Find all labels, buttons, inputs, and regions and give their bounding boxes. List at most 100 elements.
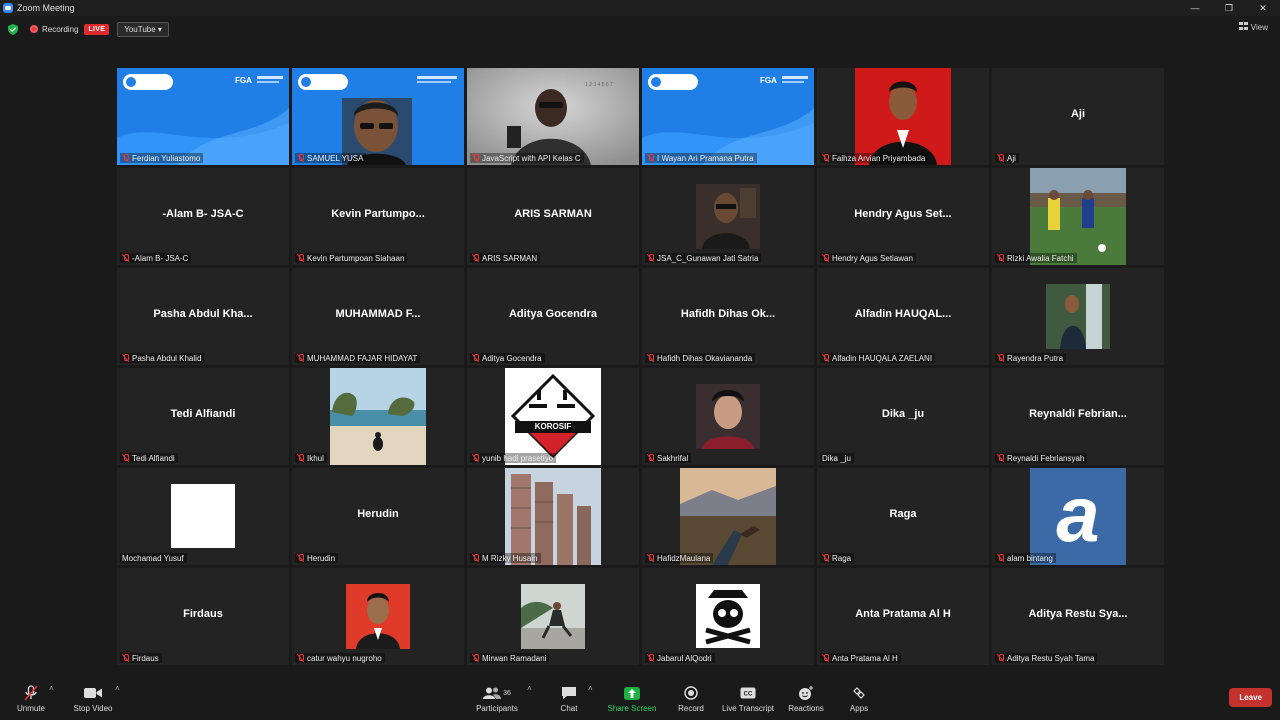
- participant-tile[interactable]: Faihza Arvian Priyambada: [817, 68, 989, 165]
- participant-display-name: Pasha Abdul Kha...: [153, 308, 253, 320]
- maximize-button[interactable]: ❐: [1212, 0, 1246, 16]
- minimize-button[interactable]: —: [1178, 0, 1212, 16]
- muted-mic-icon: [472, 354, 479, 362]
- participant-tile[interactable]: 1 2 3 4 5 6 7 JavaScript with API Kelas C: [467, 68, 639, 165]
- participant-tile[interactable]: M Rizky Husain: [467, 468, 639, 565]
- live-transcript-button[interactable]: CC Live Transcript: [720, 684, 776, 713]
- participant-tile[interactable]: Reynaldi Febrian... Reynaldi Febriansyah: [992, 368, 1164, 465]
- participant-tile[interactable]: JSA_C_Gunawan Jati Satria: [642, 168, 814, 265]
- participant-tile[interactable]: Ikhul: [292, 368, 464, 465]
- participant-tile[interactable]: Aditya Restu Sya... Aditya Restu Syah Tam…: [992, 568, 1164, 665]
- participant-name-label: Kevin Partumpoan Siahaan: [295, 253, 408, 263]
- participant-tile[interactable]: Rizki Awalia Fatchi: [992, 168, 1164, 265]
- muted-mic-icon: [472, 654, 479, 662]
- participant-tile[interactable]: Dika _ju Dika _ju: [817, 368, 989, 465]
- share-screen-button[interactable]: Share Screen: [606, 684, 658, 713]
- participant-picture: [117, 468, 289, 565]
- recording-indicator[interactable]: Recording: [30, 25, 78, 34]
- muted-mic-icon: [472, 254, 479, 262]
- chat-caret-icon[interactable]: ˄: [588, 684, 593, 693]
- muted-mic-icon: [647, 354, 654, 362]
- muted-mic-icon: [297, 354, 304, 362]
- participant-name: Anta Pratama Al H: [832, 653, 898, 663]
- participant-display-name: -Alam B- JSA-C: [162, 208, 244, 220]
- muted-mic-icon: [297, 154, 304, 162]
- participant-tile[interactable]: ARIS SARMAN ARIS SARMAN: [467, 168, 639, 265]
- chat-button[interactable]: Chat: [552, 684, 586, 713]
- participant-tile[interactable]: Sakhrifal: [642, 368, 814, 465]
- muted-mic-icon: [997, 554, 1004, 562]
- leave-button[interactable]: Leave: [1229, 688, 1272, 707]
- participant-tile[interactable]: -Alam B- JSA-C -Alam B- JSA-C: [117, 168, 289, 265]
- stop-video-button[interactable]: Stop Video: [70, 684, 116, 713]
- participant-tile[interactable]: Hendry Agus Set... Hendry Agus Setiawan: [817, 168, 989, 265]
- muted-mic-icon: [122, 254, 129, 262]
- stream-target-dropdown[interactable]: YouTube ▾: [117, 21, 169, 37]
- audio-options-caret-icon[interactable]: ˄: [49, 684, 54, 693]
- muted-mic-icon: [822, 154, 829, 162]
- participant-tile[interactable]: Pasha Abdul Kha... Pasha Abdul Khalid: [117, 268, 289, 365]
- reactions-button[interactable]: Reactions: [786, 684, 826, 713]
- participant-name: SAMUEL YUSA: [307, 153, 364, 163]
- participant-count: 36: [503, 689, 511, 697]
- close-button[interactable]: ✕: [1246, 0, 1280, 16]
- live-transcript-label: Live Transcript: [721, 704, 775, 713]
- record-button[interactable]: Record: [672, 684, 710, 713]
- participant-name: Rizki Awalia Fatchi: [1007, 253, 1074, 263]
- svg-text:FGA: FGA: [760, 76, 777, 85]
- apps-icon: [844, 684, 874, 702]
- participant-display-name: Raga: [889, 508, 917, 520]
- participant-name-label: Herudin: [295, 553, 339, 563]
- participant-tile[interactable]: Rayendra Putra: [992, 268, 1164, 365]
- participant-tile[interactable]: Kevin Partumpo... Kevin Partumpoan Siahaa…: [292, 168, 464, 265]
- participant-tile[interactable]: HafidzMaulana: [642, 468, 814, 565]
- participant-tile[interactable]: Herudin Herudin: [292, 468, 464, 565]
- recording-label: Recording: [42, 24, 79, 34]
- participant-tile[interactable]: MUHAMMAD F... MUHAMMAD FAJAR HIDAYAT: [292, 268, 464, 365]
- participant-name-label: JSA_C_Gunawan Jati Satria: [645, 253, 762, 263]
- participant-picture: [467, 468, 639, 565]
- video-options-caret-icon[interactable]: ˄: [115, 684, 120, 693]
- participant-tile[interactable]: a alam bintang: [992, 468, 1164, 565]
- security-shield-icon[interactable]: [8, 24, 18, 35]
- participant-name: Aditya Gocendra: [482, 353, 542, 363]
- participant-tile[interactable]: Mochamad Yusuf: [117, 468, 289, 565]
- participant-tile[interactable]: Raga Raga: [817, 468, 989, 565]
- participants-button[interactable]: 36 Participants: [472, 684, 522, 713]
- unmute-button[interactable]: Unmute: [12, 684, 50, 713]
- participant-tile[interactable]: Jabarul AlQodri: [642, 568, 814, 665]
- participant-name-label: JavaScript with API Kelas C: [470, 153, 584, 163]
- participant-tile[interactable]: Alfadin HAUQAL... Alfadin HAUQALA ZAELANI: [817, 268, 989, 365]
- participant-name-label: Rizki Awalia Fatchi: [995, 253, 1077, 263]
- participant-name: Reynaldi Febriansyah: [1007, 453, 1085, 463]
- muted-mic-icon: [122, 354, 129, 362]
- view-button[interactable]: View: [1238, 22, 1268, 32]
- participant-tile[interactable]: FGA I Wayan Ari Pramana Putra: [642, 68, 814, 165]
- participants-caret-icon[interactable]: ˄: [527, 684, 532, 693]
- participant-name: Tedi Alfiandi: [132, 453, 175, 463]
- participant-name: Hendry Agus Setiawan: [832, 253, 913, 263]
- participant-tile[interactable]: Anta Pratama Al H Anta Pratama Al H: [817, 568, 989, 665]
- participant-name-label: Aditya Restu Syah Tama: [995, 653, 1098, 663]
- participant-tile[interactable]: Aditya Gocendra Aditya Gocendra: [467, 268, 639, 365]
- participant-name-label: SAMUEL YUSA: [295, 153, 367, 163]
- participant-tile[interactable]: Firdaus Firdaus: [117, 568, 289, 665]
- participant-name-label: Hendry Agus Setiawan: [820, 253, 916, 263]
- participant-tile[interactable]: Mirwan Ramadani: [467, 568, 639, 665]
- participant-tile[interactable]: KOROSIF yunib hadi prasetiyo: [467, 368, 639, 465]
- apps-button[interactable]: Apps: [844, 684, 874, 713]
- participant-tile[interactable]: Hafidh Dihas Ok... Hafidh Dihas Okavianan…: [642, 268, 814, 365]
- participant-tile[interactable]: SAMUEL YUSA: [292, 68, 464, 165]
- participant-picture: [992, 268, 1164, 365]
- participant-tile[interactable]: FGA Ferdian Yuliastomo: [117, 68, 289, 165]
- participant-picture: [292, 368, 464, 465]
- participant-name-label: Anta Pratama Al H: [820, 653, 901, 663]
- participant-tile[interactable]: catur wahyu nugroho: [292, 568, 464, 665]
- participant-name: Rayendra Putra: [1007, 353, 1064, 363]
- participant-tile[interactable]: Tedi Alfiandi Tedi Alfiandi: [117, 368, 289, 465]
- participant-name: Jabarul AlQodri: [657, 653, 712, 663]
- participant-tile[interactable]: Aji Aji: [992, 68, 1164, 165]
- participant-name-label: Firdaus: [120, 653, 162, 663]
- muted-mic-icon: [297, 454, 304, 462]
- recording-dot-icon: [30, 25, 38, 33]
